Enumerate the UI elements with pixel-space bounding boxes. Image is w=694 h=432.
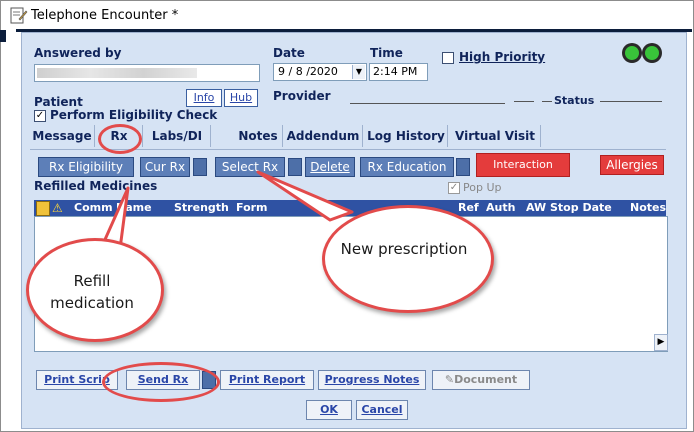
pencil-icon: ✎ xyxy=(444,373,455,386)
col-stop-date[interactable]: Stop Date xyxy=(550,200,612,216)
chevron-down-icon[interactable]: ▼ xyxy=(352,65,365,79)
document-label: Document xyxy=(454,373,518,386)
warning-icon: ⚠ xyxy=(52,201,63,215)
new-prescription-callout-text: New prescription xyxy=(340,240,468,258)
col-aw[interactable]: AW xyxy=(526,200,546,216)
lock-icon xyxy=(36,201,50,216)
eligibility-checkbox[interactable]: ✓ xyxy=(34,110,46,122)
delete-button[interactable]: Delete xyxy=(305,157,355,177)
patient-label: Patient xyxy=(34,95,83,109)
tab-addendum[interactable]: Addendum xyxy=(284,125,363,147)
rx-tab-highlight-ring xyxy=(98,124,142,154)
interaction-button[interactable]: Interaction xyxy=(476,153,570,177)
status-label: Status xyxy=(554,94,595,107)
telephone-encounter-icon xyxy=(10,7,28,24)
scroll-right-icon[interactable]: ▶ xyxy=(654,334,668,351)
date-picker[interactable]: 9 / 8 /2020 ▼ xyxy=(273,63,367,81)
rx-eligibility-button[interactable]: Rx Eligibility xyxy=(38,157,134,177)
hub-button[interactable]: Hub xyxy=(224,89,258,107)
select-rx-dropdown[interactable] xyxy=(288,158,302,176)
grid-header: ⚠ Comm Name Strength Form Ref Auth AW St… xyxy=(34,200,666,216)
col-notes[interactable]: Notes xyxy=(630,200,666,216)
answered-by-label: Answered by xyxy=(34,46,122,60)
col-strength[interactable]: Strength xyxy=(174,200,229,216)
rx-education-dropdown[interactable] xyxy=(456,158,470,176)
info-button[interactable]: Info xyxy=(186,89,222,107)
select-rx-button[interactable]: Select Rx xyxy=(215,157,285,177)
high-priority-checkbox[interactable] xyxy=(442,52,454,64)
time-value: 2:14 PM xyxy=(373,65,418,78)
tab-message[interactable]: Message xyxy=(30,125,95,147)
provider-label: Provider xyxy=(273,89,331,103)
allergies-button[interactable]: Allergies xyxy=(600,155,664,175)
popup-label: Pop Up xyxy=(463,181,502,194)
col-comm[interactable]: Comm xyxy=(74,200,113,216)
cur-rx-button[interactable]: Cur Rx xyxy=(140,157,190,177)
answered-by-field[interactable] xyxy=(34,64,260,82)
col-form[interactable]: Form xyxy=(236,200,268,216)
tab-notes[interactable]: Notes xyxy=(234,125,283,147)
cur-rx-dropdown[interactable] xyxy=(193,158,207,176)
ok-button[interactable]: OK xyxy=(306,400,352,420)
col-auth[interactable]: Auth xyxy=(486,200,515,216)
col-name[interactable]: Name xyxy=(116,200,152,216)
col-ref[interactable]: Ref xyxy=(458,200,479,216)
popup-checkbox[interactable]: ✓ xyxy=(448,182,460,194)
time-field[interactable]: 2:14 PM xyxy=(369,63,428,81)
status-lights-icon xyxy=(622,43,662,63)
tab-virtual-visit[interactable]: Virtual Visit xyxy=(450,125,541,147)
date-value: 9 / 8 /2020 xyxy=(278,65,338,78)
progress-notes-button[interactable]: Progress Notes xyxy=(318,370,426,390)
tab-labs[interactable]: Labs/DI xyxy=(144,125,211,147)
status-line-left xyxy=(542,101,552,102)
redacted-name xyxy=(37,68,197,78)
time-label: Time xyxy=(370,46,403,60)
title-bar: Telephone Encounter * xyxy=(1,1,693,29)
rx-education-button[interactable]: Rx Education xyxy=(360,157,454,177)
document-button[interactable]: ✎Document xyxy=(432,370,530,390)
date-label: Date xyxy=(273,46,305,60)
title-divider-left xyxy=(0,30,6,42)
status-line-right xyxy=(600,101,662,102)
send-rx-highlight-ring xyxy=(102,362,220,402)
provider-underline xyxy=(350,103,505,104)
print-report-button[interactable]: Print Report xyxy=(220,370,314,390)
cancel-button[interactable]: Cancel xyxy=(356,400,408,420)
tab-log-history[interactable]: Log History xyxy=(365,125,448,147)
window-title: Telephone Encounter * xyxy=(31,8,179,23)
eligibility-label: Perform Eligibility Check xyxy=(50,108,218,122)
high-priority-label: High Priority xyxy=(459,50,546,64)
status-dash xyxy=(514,101,534,102)
refill-callout-text: Refill medication xyxy=(50,272,134,312)
section-title: Refilled Medicines xyxy=(34,179,158,193)
